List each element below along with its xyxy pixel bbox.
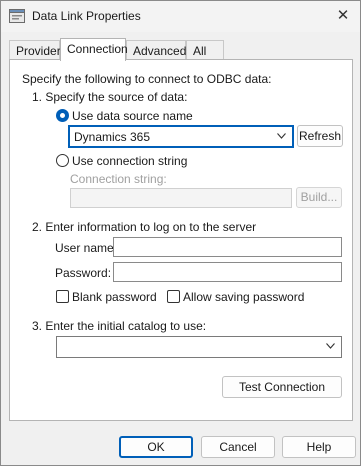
chevron-down-icon: [277, 133, 286, 139]
step1-heading: 1. Specify the source of data:: [32, 90, 188, 104]
refresh-button[interactable]: Refresh: [297, 125, 343, 147]
username-label: User name:: [55, 241, 118, 255]
close-icon: ✕: [336, 7, 350, 24]
tab-all[interactable]: All: [186, 40, 224, 60]
allow-saving-password-label: Allow saving password: [183, 290, 305, 304]
password-field[interactable]: [113, 262, 342, 282]
cancel-button[interactable]: Cancel: [201, 436, 275, 458]
use-dsn-radio[interactable]: [56, 109, 69, 122]
dsn-dropdown[interactable]: Dynamics 365: [68, 125, 294, 148]
window-title: Data Link Properties: [32, 9, 141, 23]
data-link-properties-dialog: Data Link Properties ✕ Provider Connecti…: [0, 0, 361, 466]
password-label: Password:: [55, 266, 112, 280]
use-connstr-label: Use connection string: [72, 154, 188, 168]
use-dsn-label: Use data source name: [72, 109, 193, 123]
step3-heading: 3. Enter the initial catalog to use:: [32, 319, 207, 333]
ok-button[interactable]: OK: [119, 436, 193, 458]
tab-provider[interactable]: Provider: [9, 40, 61, 60]
blank-password-checkbox[interactable]: [56, 290, 69, 303]
dsn-value: Dynamics 365: [74, 130, 151, 144]
connstr-field[interactable]: [70, 188, 292, 208]
chevron-down-icon: [326, 343, 335, 349]
initial-catalog-dropdown[interactable]: [56, 336, 342, 358]
title-bar: Data Link Properties ✕: [1, 1, 360, 32]
connection-tab-panel: Specify the following to connect to ODBC…: [9, 59, 353, 421]
use-connstr-radio[interactable]: [56, 154, 69, 167]
blank-password-label: Blank password: [72, 290, 157, 304]
data-link-icon: [9, 9, 25, 23]
tab-advanced[interactable]: Advanced: [126, 40, 186, 60]
close-button[interactable]: ✕: [334, 7, 352, 25]
allow-saving-password-checkbox[interactable]: [167, 290, 180, 303]
username-field[interactable]: [113, 237, 342, 257]
connstr-label: Connection string:: [70, 172, 167, 186]
test-connection-button[interactable]: Test Connection: [222, 376, 342, 398]
step2-heading: 2. Enter information to log on to the se…: [32, 220, 257, 234]
help-button[interactable]: Help: [282, 436, 356, 458]
build-button[interactable]: Build...: [296, 187, 342, 208]
intro-text: Specify the following to connect to ODBC…: [22, 72, 272, 86]
tab-connection[interactable]: Connection: [60, 38, 128, 61]
